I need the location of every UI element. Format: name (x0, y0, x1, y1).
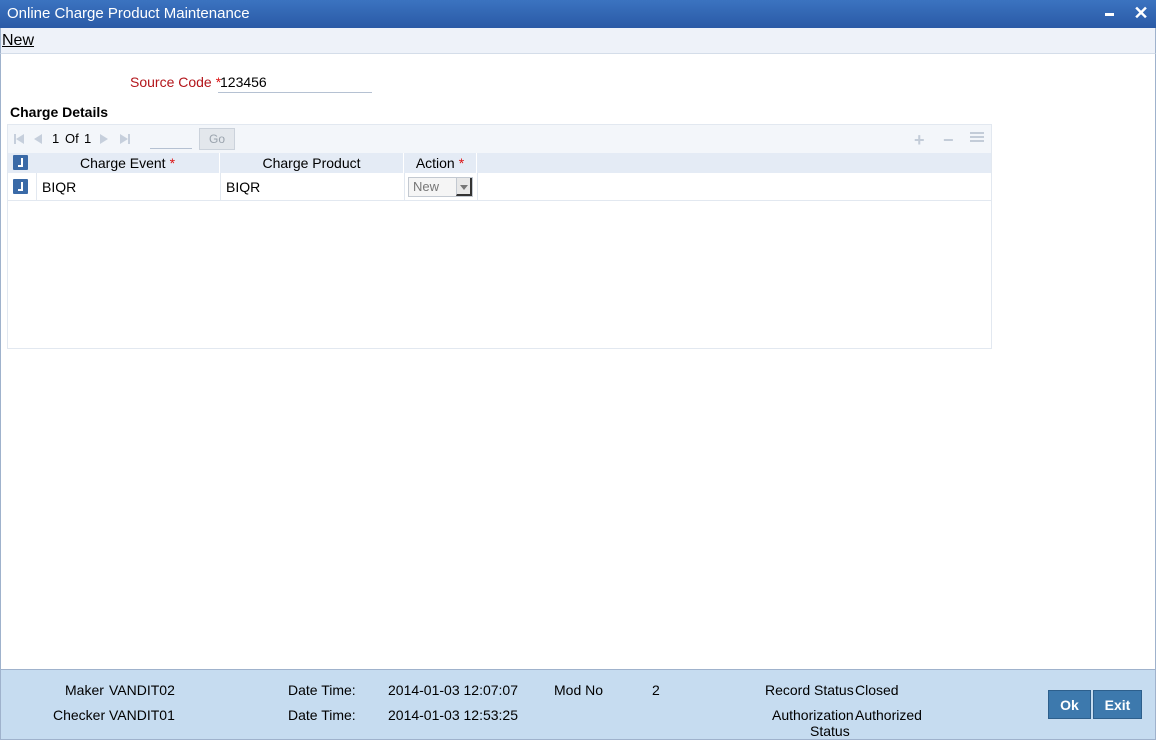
grid-header-row: Charge Event * Charge Product Action * (8, 153, 991, 173)
checker-datetime-label: Date Time: (288, 707, 356, 723)
record-status-label: Record Status (765, 682, 854, 698)
authorization-status-value: Authorized (855, 707, 922, 723)
source-code-label: Source Code * (130, 74, 222, 90)
column-header-charge-event: Charge Event * (36, 153, 220, 173)
title-bar: Online Charge Product Maintenance ✕ (0, 0, 1156, 28)
row-checkbox[interactable] (13, 179, 28, 194)
column-header-charge-product: Charge Product (220, 153, 404, 173)
ok-button[interactable]: Ok (1048, 690, 1091, 719)
new-link[interactable]: New (2, 32, 34, 50)
table-row[interactable]: BIQR BIQR New (8, 173, 991, 201)
authorization-status-label: Authorization (772, 707, 854, 723)
page-number-input[interactable] (150, 131, 192, 149)
maker-label: Maker (65, 682, 104, 698)
single-view-icon[interactable] (970, 132, 984, 146)
checker-value: VANDIT01 (109, 707, 175, 723)
grid-pager: 1 Of 1 Go + − (8, 125, 991, 153)
current-page: 1 (52, 131, 60, 146)
maker-datetime-label: Date Time: (288, 682, 356, 698)
select-all-checkbox[interactable] (13, 155, 28, 170)
remove-row-icon[interactable]: − (943, 130, 954, 151)
checker-label: Checker (53, 707, 106, 723)
maker-datetime-value: 2014-01-03 12:07:07 (388, 682, 518, 698)
source-code-input[interactable] (218, 72, 372, 93)
add-row-icon[interactable]: + (914, 130, 925, 151)
record-status-value: Closed (855, 682, 899, 698)
section-title: Charge Details (10, 104, 109, 120)
go-button[interactable]: Go (199, 128, 235, 150)
cell-charge-event[interactable]: BIQR (36, 173, 220, 200)
previous-page-icon[interactable] (34, 134, 42, 144)
close-icon[interactable]: ✕ (1133, 4, 1149, 22)
cell-charge-product[interactable]: BIQR (220, 173, 404, 200)
total-pages: 1 (84, 131, 92, 146)
cell-action: New (404, 173, 477, 200)
mod-no-value: 2 (652, 682, 660, 698)
maker-value: VANDIT02 (109, 682, 175, 698)
column-header-action: Action * (404, 153, 477, 173)
last-page-icon[interactable] (120, 134, 130, 144)
window-title: Online Charge Product Maintenance (7, 5, 250, 22)
main-content: Source Code* Charge Details 1 Of 1 Go + … (0, 54, 1156, 669)
checker-datetime-value: 2014-01-03 12:53:25 (388, 707, 518, 723)
row-divider (477, 173, 483, 200)
exit-button[interactable]: Exit (1093, 690, 1142, 719)
action-select[interactable]: New (408, 177, 473, 197)
mod-no-label: Mod No (554, 682, 604, 698)
chevron-down-icon (456, 178, 472, 196)
first-page-icon[interactable] (14, 134, 24, 144)
page-of-label: Of (65, 131, 79, 146)
audit-footer: Maker VANDIT02 Checker VANDIT01 Date Tim… (0, 669, 1156, 740)
authorization-status-label-line2: Status (810, 723, 850, 739)
next-page-icon[interactable] (100, 134, 108, 144)
minimize-icon[interactable] (1102, 5, 1118, 21)
charge-details-grid: 1 Of 1 Go + − Charge Event * Charge Produ… (7, 124, 992, 349)
menu-bar: New (0, 28, 1156, 54)
